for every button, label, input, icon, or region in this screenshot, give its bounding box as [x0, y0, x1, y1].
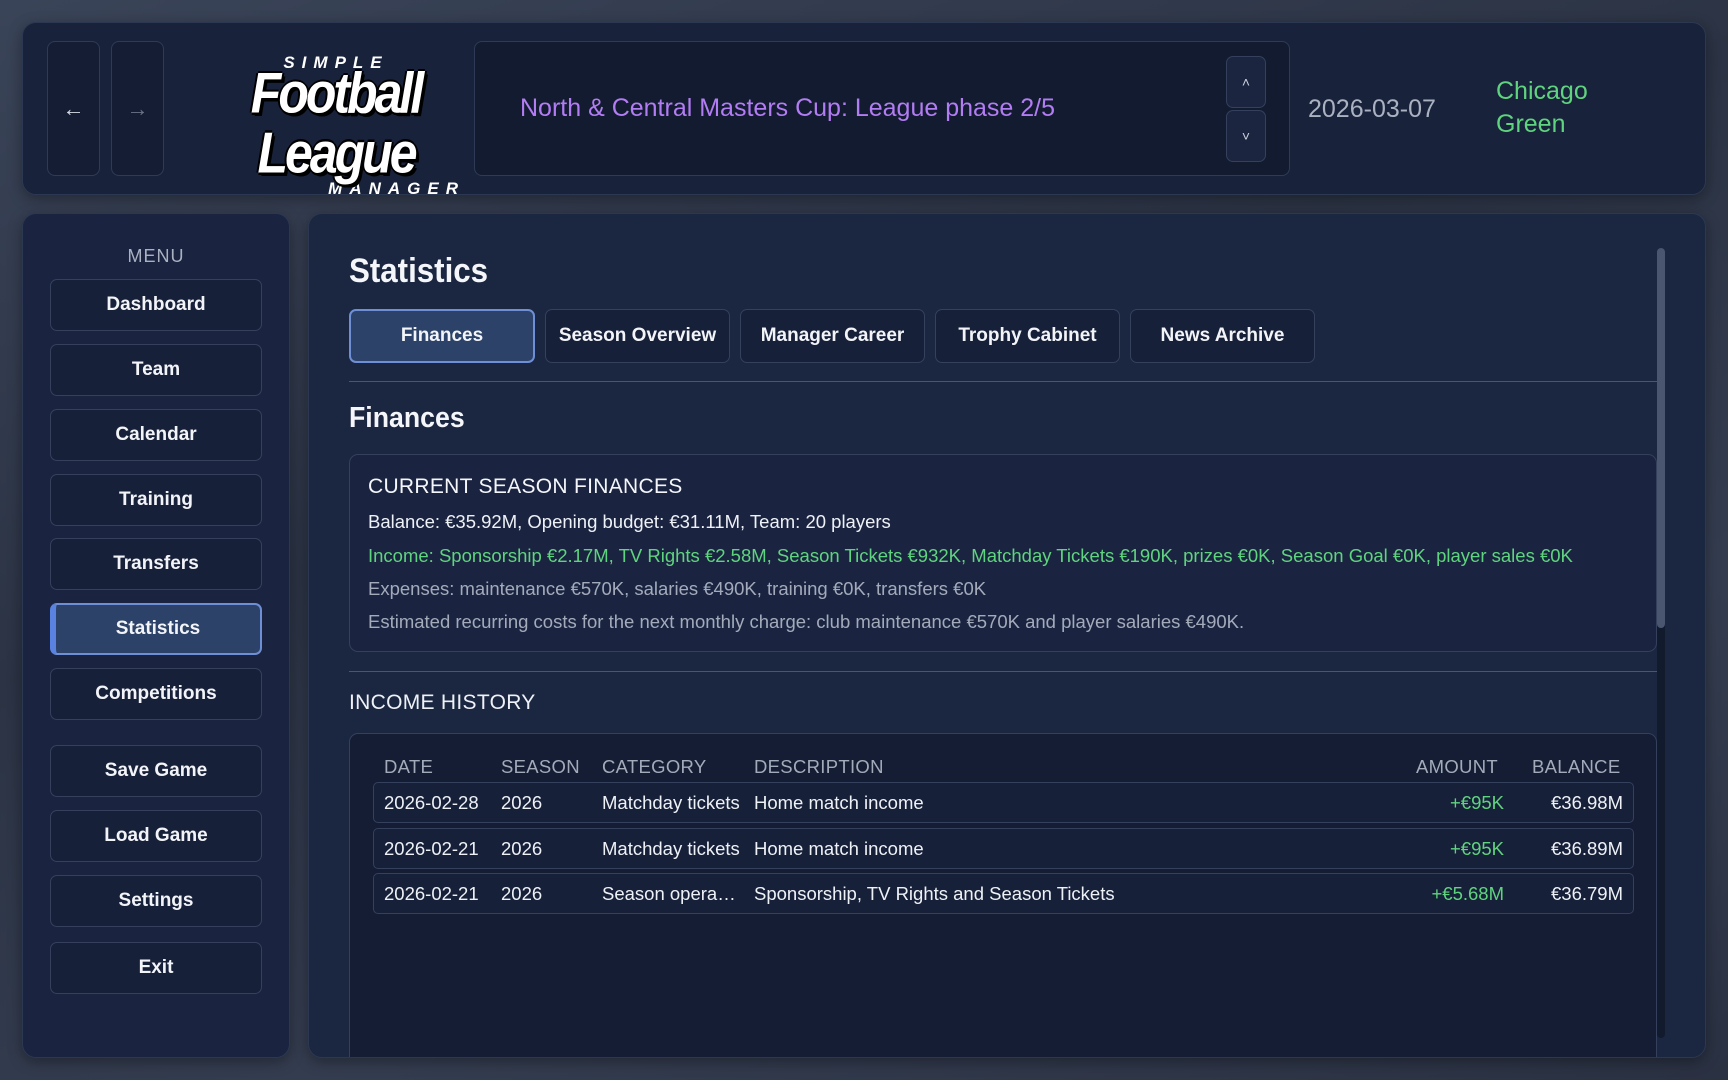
cell-amount: +€95K — [1449, 838, 1504, 859]
section-title: Finances — [349, 402, 465, 434]
cell-description: Home match income — [754, 792, 924, 813]
sidebar-item-team[interactable]: Team — [50, 344, 262, 396]
scrollbar-thumb[interactable] — [1657, 248, 1665, 628]
ticker-up-button[interactable]: ˄ — [1226, 56, 1266, 108]
income-history-title: INCOME HISTORY — [349, 691, 536, 714]
sidebar-item-dashboard[interactable]: Dashboard — [50, 279, 262, 331]
cell-category: Season opera… — [602, 883, 736, 904]
tab-season-overview[interactable]: Season Overview — [545, 309, 730, 363]
sidebar-menu: MENU Dashboard Team Calendar Training Tr… — [22, 213, 290, 1058]
cell-season: 2026 — [501, 838, 543, 859]
forward-button[interactable]: → — [111, 41, 164, 176]
chevron-up-icon: ˄ — [1241, 74, 1251, 90]
tab-finances[interactable]: Finances — [349, 309, 535, 363]
table-row[interactable]: 2026-02-28 2026 Matchday tickets Home ma… — [373, 782, 1634, 823]
cell-date: 2026-02-21 — [384, 883, 479, 904]
tab-manager-career[interactable]: Manager Career — [740, 309, 925, 363]
income-line: Income: Sponsorship €2.17M, TV Rights €2… — [368, 545, 1573, 566]
cell-amount: +€95K — [1449, 792, 1504, 813]
estimate-line: Estimated recurring costs for the next m… — [368, 611, 1245, 632]
column-header-date: DATE — [384, 756, 434, 777]
cell-date: 2026-02-28 — [384, 792, 479, 813]
balance-line: Balance: €35.92M, Opening budget: €31.11… — [368, 511, 891, 532]
current-finances-heading: CURRENT SEASON FINANCES — [368, 475, 683, 498]
cell-date: 2026-02-21 — [384, 838, 479, 859]
expenses-line: Expenses: maintenance €570K, salaries €4… — [368, 578, 987, 599]
column-header-season: SEASON — [501, 756, 580, 777]
arrow-right-icon: → — [126, 95, 149, 121]
ticker-down-button[interactable]: ˅ — [1226, 110, 1266, 162]
game-logo: SIMPLE Football League MANAGER — [201, 53, 471, 198]
column-header-description: DESCRIPTION — [754, 756, 884, 777]
cell-description: Sponsorship, TV Rights and Season Ticket… — [754, 883, 1115, 904]
chevron-down-icon: ˅ — [1241, 128, 1251, 144]
sidebar-item-save-game[interactable]: Save Game — [50, 745, 262, 797]
cell-description: Home match income — [754, 838, 924, 859]
current-date: 2026-03-07 — [1308, 95, 1436, 123]
competition-title[interactable]: North & Central Masters Cup: League phas… — [520, 94, 1055, 123]
sidebar-item-settings[interactable]: Settings — [50, 875, 262, 927]
logo-main-text: Football League — [250, 60, 424, 186]
column-header-balance: BALANCE — [1532, 756, 1621, 777]
competition-ticker: North & Central Masters Cup: League phas… — [474, 41, 1290, 176]
section-divider — [349, 671, 1657, 672]
current-finances-card: CURRENT SEASON FINANCES Balance: €35.92M… — [349, 454, 1657, 652]
cell-season: 2026 — [501, 883, 543, 904]
sidebar-item-transfers[interactable]: Transfers — [50, 538, 262, 590]
cell-category: Matchday tickets — [602, 792, 740, 813]
table-row[interactable]: 2026-02-21 2026 Matchday tickets Home ma… — [373, 828, 1634, 869]
main-panel: Statistics Finances Season Overview Mana… — [308, 213, 1706, 1058]
sidebar-item-load-game[interactable]: Load Game — [50, 810, 262, 862]
income-history-table: DATE SEASON CATEGORY DESCRIPTION AMOUNT … — [349, 733, 1657, 1057]
cell-amount: +€5.68M — [1431, 883, 1504, 904]
column-header-amount: AMOUNT — [1416, 756, 1498, 777]
table-row[interactable]: 2026-02-21 2026 Season opera… Sponsorshi… — [373, 873, 1634, 914]
sidebar-item-competitions[interactable]: Competitions — [50, 668, 262, 720]
cell-season: 2026 — [501, 792, 543, 813]
back-button[interactable]: ← — [47, 41, 100, 176]
cell-balance: €36.89M — [1551, 838, 1623, 859]
tabs-divider — [349, 381, 1657, 382]
sidebar-item-calendar[interactable]: Calendar — [50, 409, 262, 461]
arrow-left-icon: ← — [62, 95, 85, 121]
sidebar-item-exit[interactable]: Exit — [50, 942, 262, 994]
sidebar-item-statistics[interactable]: Statistics — [50, 603, 262, 655]
cell-balance: €36.98M — [1551, 792, 1623, 813]
tab-trophy-cabinet[interactable]: Trophy Cabinet — [935, 309, 1120, 363]
menu-label: MENU — [127, 246, 185, 266]
sidebar-item-training[interactable]: Training — [50, 474, 262, 526]
page-title: Statistics — [349, 252, 489, 290]
top-header: ← → SIMPLE Football League MANAGER North… — [22, 22, 1706, 198]
cell-balance: €36.79M — [1551, 883, 1623, 904]
tab-news-archive[interactable]: News Archive — [1130, 309, 1315, 363]
club-name: Chicago Green — [1496, 77, 1588, 138]
column-header-category: CATEGORY — [602, 756, 707, 777]
cell-category: Matchday tickets — [602, 838, 740, 859]
